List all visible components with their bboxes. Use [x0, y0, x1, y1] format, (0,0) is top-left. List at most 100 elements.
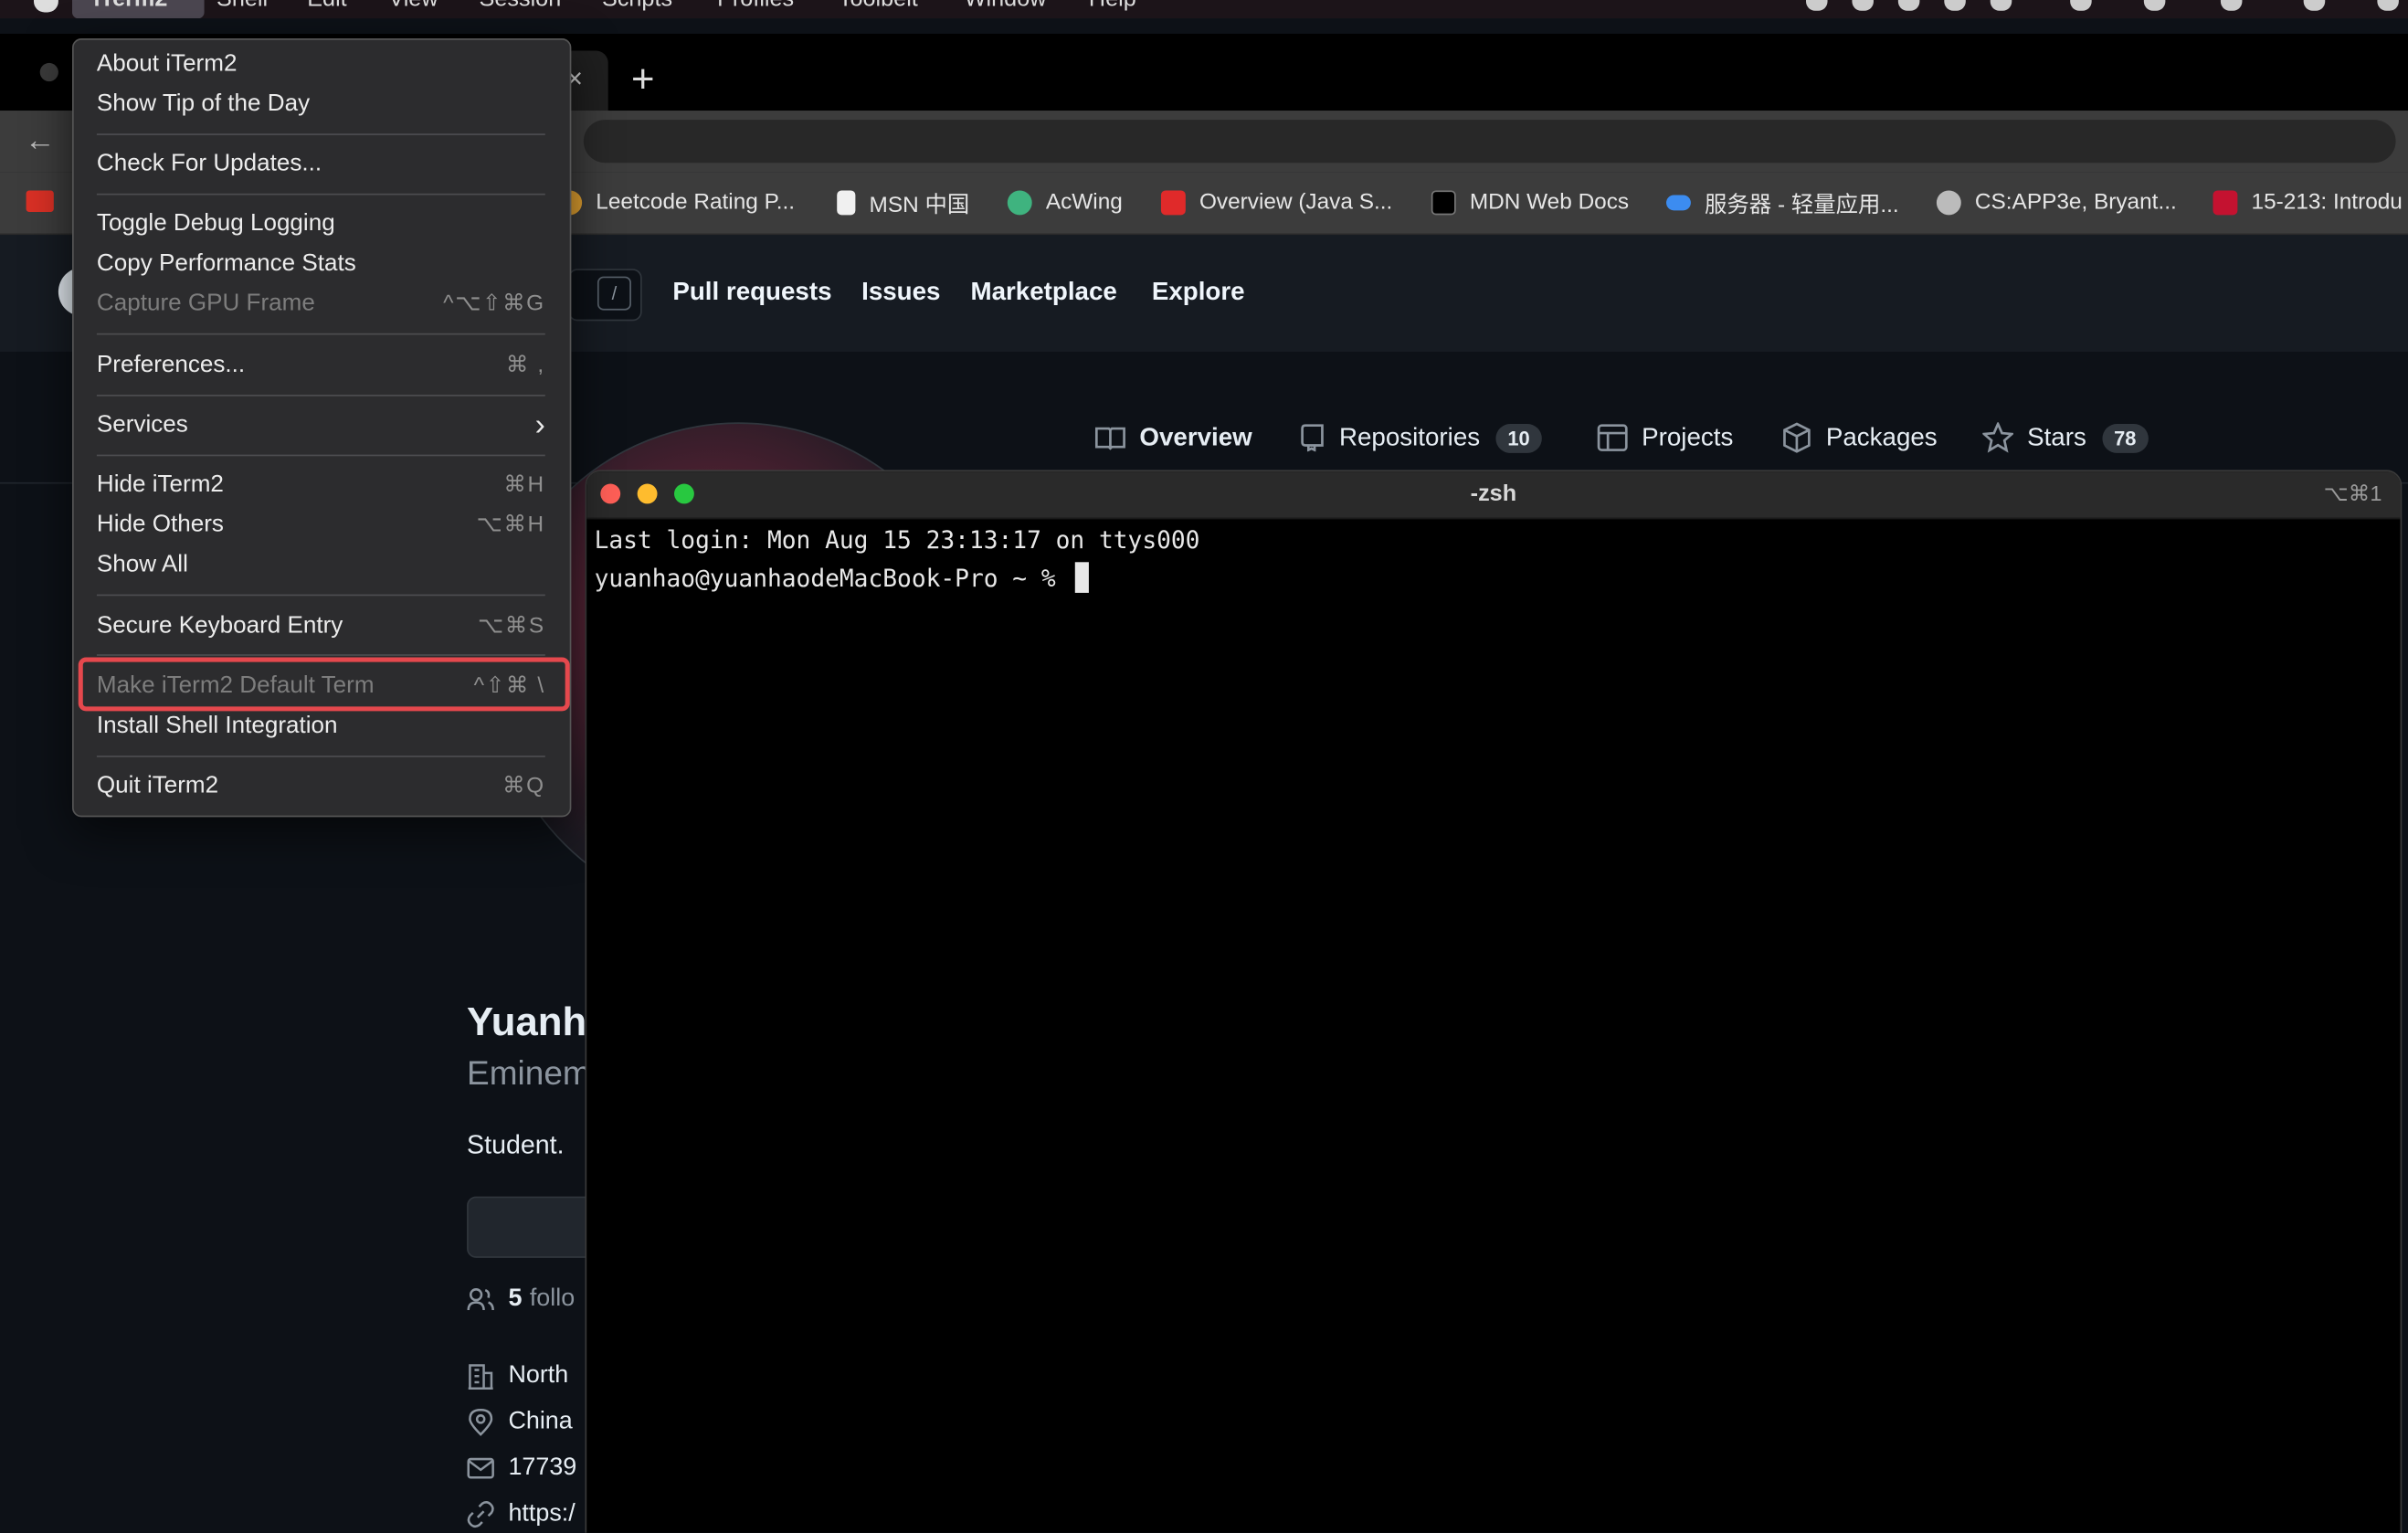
menu-item-install-shell-integration[interactable]: Install Shell Integration [97, 708, 545, 745]
profile-email[interactable]: 17739 [467, 1454, 576, 1482]
profile-company: North [467, 1362, 568, 1390]
menu-toolbelt[interactable]: Toolbelt [839, 0, 918, 12]
tab-packages[interactable]: Packages [1781, 418, 1938, 458]
menu-item-label: Copy Performance Stats [96, 250, 356, 277]
bookmark-label: 15-213: Introdu [2251, 190, 2403, 216]
cat-status-icon[interactable] [2070, 0, 2092, 11]
iterm-title: -zsh [1470, 481, 1517, 507]
nav-explore[interactable]: Explore [1152, 278, 1245, 307]
menu-session[interactable]: Session [480, 0, 562, 12]
menu-item-label: Show Tip of the Day [96, 90, 311, 117]
red-highlight-annotation [78, 657, 570, 712]
menu-item-shortcut: ⌘H [503, 472, 545, 498]
wifi-status-icon[interactable] [2143, 0, 2166, 11]
menu-view[interactable]: View [388, 0, 438, 12]
menu-item-preferences[interactable]: Preferences... ⌘ , [97, 347, 545, 384]
people-icon [467, 1288, 494, 1311]
terminal-prompt-line[interactable]: yuanhao@yuanhaodeMacBook-Pro ~ % [595, 562, 1089, 593]
bookmark-acwing[interactable]: AcWing [1007, 187, 1123, 218]
bookmark-leetcode-rating[interactable]: Leetcode Rating P... [557, 187, 795, 218]
play-icon[interactable] [1852, 0, 1874, 11]
bookmark-label: Overview (Java S... [1199, 190, 1393, 216]
menu-item-services[interactable]: Services › [97, 407, 545, 443]
menu-item-hide-iterm2[interactable]: Hide iTerm2 ⌘H [97, 467, 545, 503]
menu-separator [96, 454, 545, 457]
nav-pull-requests[interactable]: Pull requests [672, 278, 831, 307]
user-status-icon[interactable] [1990, 0, 2012, 11]
menu-item-label: Hide Others [96, 511, 224, 538]
bookmark-label: 服务器 - 轻量应用... [1705, 192, 1899, 217]
oracle-icon [1160, 190, 1186, 216]
bookmark-csapp[interactable]: CS:APP3e, Bryant... [1936, 187, 2177, 218]
followers-line[interactable]: 5 follo [467, 1285, 575, 1313]
menu-separator [96, 756, 545, 757]
bookmark-msn[interactable]: MSN 中国 [837, 187, 969, 218]
profile-website[interactable]: https:/ [467, 1500, 576, 1528]
tab-repositories[interactable]: Repositories 10 [1301, 418, 1543, 458]
menu-item-show-tip[interactable]: Show Tip of the Day [97, 86, 545, 122]
menu-item-shortcut: ⌥⌘H [476, 513, 545, 538]
location-pin-icon [469, 1409, 493, 1436]
bookmark-label: MSN 中国 [869, 192, 970, 217]
back-button[interactable]: ← [25, 124, 56, 160]
menu-item-label: Show All [96, 551, 188, 578]
menu-item-quit-iterm2[interactable]: Quit iTerm2 ⌘Q [97, 768, 545, 805]
tab-label: Packages [1825, 423, 1938, 451]
menu-item-label: Toggle Debug Logging [96, 210, 335, 237]
menu-shell[interactable]: Shell [217, 0, 268, 12]
gmail-icon[interactable] [26, 190, 54, 212]
menu-item-hide-others[interactable]: Hide Others ⌥⌘H [97, 507, 545, 544]
cloud-status-icon[interactable] [2220, 0, 2243, 11]
menu-iterm2[interactable]: iTerm2 [94, 0, 168, 12]
clock-status-icon[interactable] [2303, 0, 2326, 11]
menu-separator [96, 395, 545, 396]
bookmark-java-overview[interactable]: Overview (Java S... [1160, 187, 1393, 218]
msn-butterfly-icon [837, 190, 856, 216]
menu-item-shortcut: ⌘Q [502, 774, 545, 799]
followers-count: 5 [508, 1285, 523, 1312]
menu-item-show-all[interactable]: Show All [97, 546, 545, 583]
nav-marketplace[interactable]: Marketplace [970, 278, 1116, 307]
tab-projects[interactable]: Projects [1597, 418, 1733, 458]
profile-name: Yuanh [467, 998, 587, 1045]
mail-icon [467, 1457, 494, 1479]
status-app-icon[interactable] [1944, 0, 1966, 11]
chevron-right-icon: › [534, 407, 545, 442]
apple-logo-icon[interactable] [33, 0, 58, 13]
menu-scripts[interactable]: Scripts [602, 0, 672, 12]
tab-label: Repositories [1338, 423, 1481, 451]
iterm-title-bar[interactable]: -zsh ⌥⌘1 [586, 471, 2401, 520]
nav-issues[interactable]: Issues [861, 278, 940, 307]
new-tab-button[interactable]: + [631, 56, 655, 103]
next-track-icon[interactable] [1897, 0, 1920, 11]
tab-stars[interactable]: Stars 78 [1982, 418, 2149, 458]
address-bar[interactable] [583, 120, 2396, 164]
input-method-icon[interactable] [2377, 0, 2399, 11]
menu-profiles[interactable]: Profiles [717, 0, 794, 12]
menu-item-check-updates[interactable]: Check For Updates... [97, 146, 545, 183]
menu-item-label: Capture GPU Frame [96, 290, 315, 317]
bookmark-tencent-cloud[interactable]: 服务器 - 轻量应用... [1666, 187, 1899, 218]
previous-track-icon[interactable] [1805, 0, 1828, 11]
menu-item-label: Preferences... [96, 351, 246, 378]
bookmark-mdn[interactable]: MDN Web Docs [1431, 187, 1629, 218]
menu-item-about-iterm2[interactable]: About iTerm2 [97, 46, 545, 82]
menu-help[interactable]: Help [1089, 0, 1136, 12]
menu-window[interactable]: Window [965, 0, 1047, 12]
terminal-last-login-line: Last login: Mon Aug 15 23:13:17 on ttys0… [594, 526, 1200, 555]
profile-bio: Student. [467, 1130, 565, 1160]
stars-count-badge: 78 [2101, 423, 2149, 453]
menu-item-toggle-debug-logging[interactable]: Toggle Debug Logging [97, 206, 545, 242]
followers-label: follo [529, 1285, 576, 1312]
menu-edit[interactable]: Edit [307, 0, 346, 12]
menu-item-label: Check For Updates... [96, 150, 322, 177]
iterm2-window[interactable]: -zsh ⌥⌘1 Last login: Mon Aug 15 23:13:17… [585, 470, 2403, 1533]
menu-item-secure-keyboard-entry[interactable]: Secure Keyboard Entry ⌥⌘S [97, 608, 545, 645]
menu-item-copy-performance-stats[interactable]: Copy Performance Stats [97, 246, 545, 282]
window-control-icon[interactable] [39, 62, 58, 82]
tencent-cloud-icon [1666, 195, 1691, 211]
repositories-count-badge: 10 [1494, 423, 1543, 453]
menu-item-label: Quit iTerm2 [96, 772, 219, 799]
bookmark-15-213[interactable]: 15-213: Introdu [2213, 187, 2403, 218]
tab-overview[interactable]: Overview [1094, 418, 1252, 458]
